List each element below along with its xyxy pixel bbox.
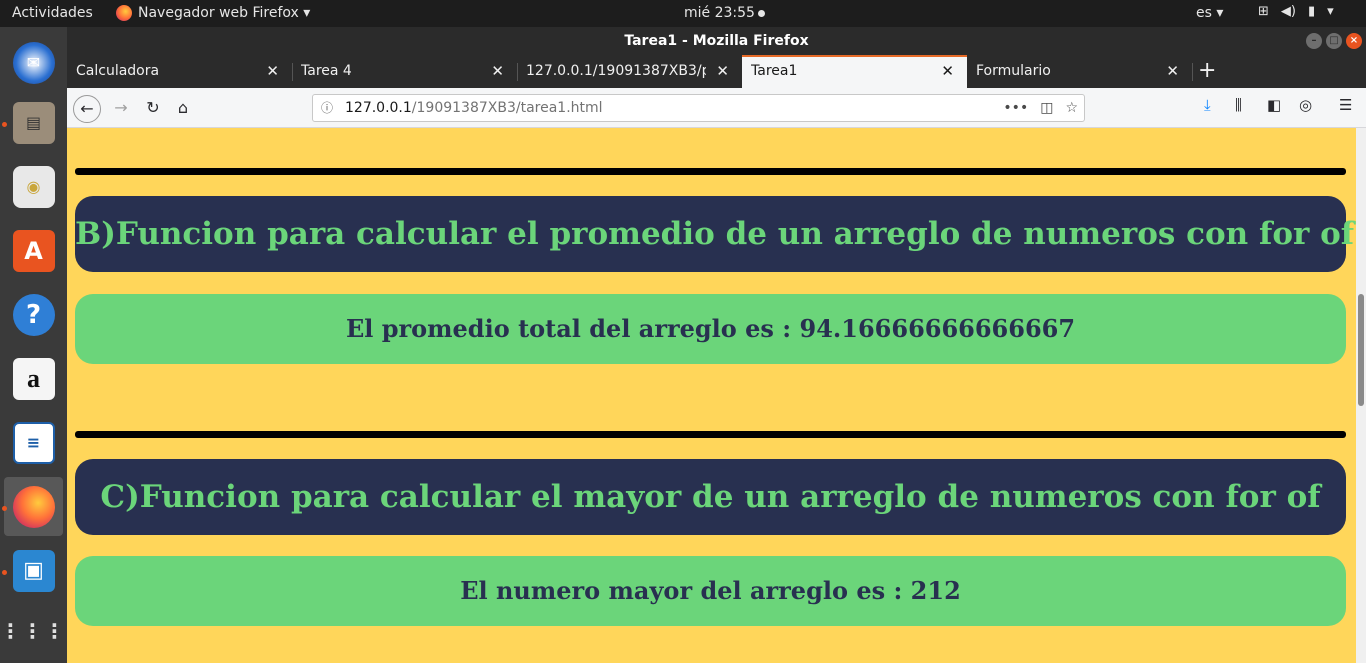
dock-files[interactable]: ▤ [4,93,63,152]
running-indicator [2,506,7,511]
tab-localhost[interactable]: 127.0.0.1/19091387XB3/prin ✕ [517,55,742,88]
download-icon[interactable]: ⤓ [1204,96,1211,114]
dock-writer[interactable]: ≡ [4,413,63,472]
close-tab-icon[interactable]: ✕ [491,55,504,88]
window-titlebar[interactable]: Tarea1 - Mozilla Firefox – □ × [67,27,1366,55]
firefox-icon [116,5,132,21]
reload-icon[interactable]: ↻ [141,96,165,120]
dock-thunderbird[interactable]: ✉ [4,33,63,92]
pocket-icon[interactable]: ◫ [1040,95,1053,121]
close-tab-icon[interactable]: ✕ [266,55,279,88]
help-icon: ? [12,293,55,336]
system-tray[interactable]: ⊞ ◀) ▮ ▾ [1258,4,1334,19]
forward-arrow-icon[interactable]: → [109,96,133,120]
app-menu-label: Navegador web Firefox ▾ [138,5,311,21]
dock-show-apps[interactable]: ⋮⋮⋮ [0,601,67,660]
minimize-icon[interactable]: – [1306,33,1322,49]
url-actions: ••• ◫ ☆ [1003,95,1078,121]
dock-amazon[interactable]: a [4,349,63,408]
app-grid-icon: ⋮⋮⋮ [0,618,67,643]
firefox-window: Tarea1 - Mozilla Firefox – □ × Calculado… [67,27,1366,663]
language-selector[interactable]: es ▾ [1196,5,1223,21]
bookmark-star-icon[interactable]: ☆ [1065,95,1078,121]
site-info-icon[interactable]: ⓘ [321,95,333,121]
tab-tarea-4[interactable]: Tarea 4 ✕ [292,55,517,88]
app-menu[interactable]: Navegador web Firefox ▾ [116,5,310,21]
dock-software[interactable]: A [4,221,63,280]
volume-icon: ◀) [1280,4,1296,19]
dock-remote-desktop[interactable]: ▣ [4,541,63,600]
tab-formulario[interactable]: Formulario ✕ [967,55,1192,88]
clock[interactable]: mié 23:55 [684,5,765,21]
page-content: B)Funcion para calcular el promedio de u… [67,128,1366,663]
writer-icon: ≡ [12,421,55,464]
activities-button[interactable]: Actividades [12,5,93,21]
maximize-icon[interactable]: □ [1326,33,1342,49]
page-actions-icon[interactable]: ••• [1003,95,1028,121]
battery-icon: ▮ [1307,4,1316,19]
thunderbird-icon: ✉ [12,41,55,84]
tab-strip: Calculadora ✕ Tarea 4 ✕ 127.0.0.1/190913… [67,55,1366,88]
tab-label: Tarea1 [751,63,798,79]
firefox-icon [12,485,55,528]
close-tab-icon[interactable]: ✕ [941,57,954,86]
power-menu-icon: ▾ [1327,4,1334,19]
page-scrollbar[interactable] [1356,128,1366,663]
section-heading-b: B)Funcion para calcular el promedio de u… [75,196,1354,272]
url-host: 127.0.0.1 [345,100,412,116]
system-top-bar: Actividades Navegador web Firefox ▾ mié … [0,0,1366,27]
notification-dot-icon [757,9,765,17]
remote-desktop-icon: ▣ [12,549,55,592]
home-icon[interactable]: ⌂ [171,96,195,120]
amazon-icon: a [12,357,55,400]
window-title: Tarea1 - Mozilla Firefox [624,33,809,49]
url-text: 127.0.0.1/19091387XB3/tarea1.html [345,95,603,121]
rhythmbox-icon: ◉ [12,165,55,208]
tab-label: Formulario [976,63,1051,79]
tab-label: Calculadora [76,63,160,79]
software-center-icon: A [12,229,55,272]
network-icon: ⊞ [1258,4,1269,19]
library-icon[interactable]: ⫼ [1235,96,1242,114]
back-arrow-icon[interactable]: ← [73,95,101,123]
url-bar[interactable]: ⓘ 127.0.0.1/19091387XB3/tarea1.html ••• … [312,94,1085,122]
navigation-toolbar: ← → ↻ ⌂ ⓘ 127.0.0.1/19091387XB3/tarea1.h… [67,88,1366,128]
window-controls: – □ × [1306,33,1362,49]
dock-rhythmbox[interactable]: ◉ [4,157,63,216]
tab-calculadora[interactable]: Calculadora ✕ [67,55,292,88]
files-icon: ▤ [12,101,55,144]
url-path: /19091387XB3/tarea1.html [411,100,603,116]
dock-help[interactable]: ? [4,285,63,344]
clock-label: mié 23:55 [684,5,755,21]
tab-tarea1[interactable]: Tarea1 ✕ [742,55,967,88]
close-tab-icon[interactable]: ✕ [1166,55,1179,88]
dock-firefox[interactable] [4,477,63,536]
close-window-icon[interactable]: × [1346,33,1362,49]
ubuntu-dock: ✉ ▤ ◉ A ? a ≡ ▣ ⋮⋮⋮ [0,27,67,663]
horizontal-rule [75,168,1346,175]
scrollbar-thumb[interactable] [1358,294,1364,406]
sidebar-icon[interactable]: ◧ [1267,96,1281,114]
hamburger-menu-icon[interactable]: ☰ [1339,96,1352,114]
close-tab-icon[interactable]: ✕ [716,55,729,88]
tab-label: Tarea 4 [301,63,352,79]
new-tab-icon[interactable]: + [1198,55,1216,86]
horizontal-rule [75,431,1346,438]
result-box-mayor: El numero mayor del arreglo es : 212 [75,556,1346,626]
section-heading-c: C)Funcion para calcular el mayor de un a… [75,459,1346,535]
extension-icon[interactable]: ◎ [1299,96,1312,114]
tab-separator [1192,63,1193,81]
result-box-promedio: El promedio total del arreglo es : 94.16… [75,294,1346,364]
tab-label: 127.0.0.1/19091387XB3/prin [526,63,706,79]
